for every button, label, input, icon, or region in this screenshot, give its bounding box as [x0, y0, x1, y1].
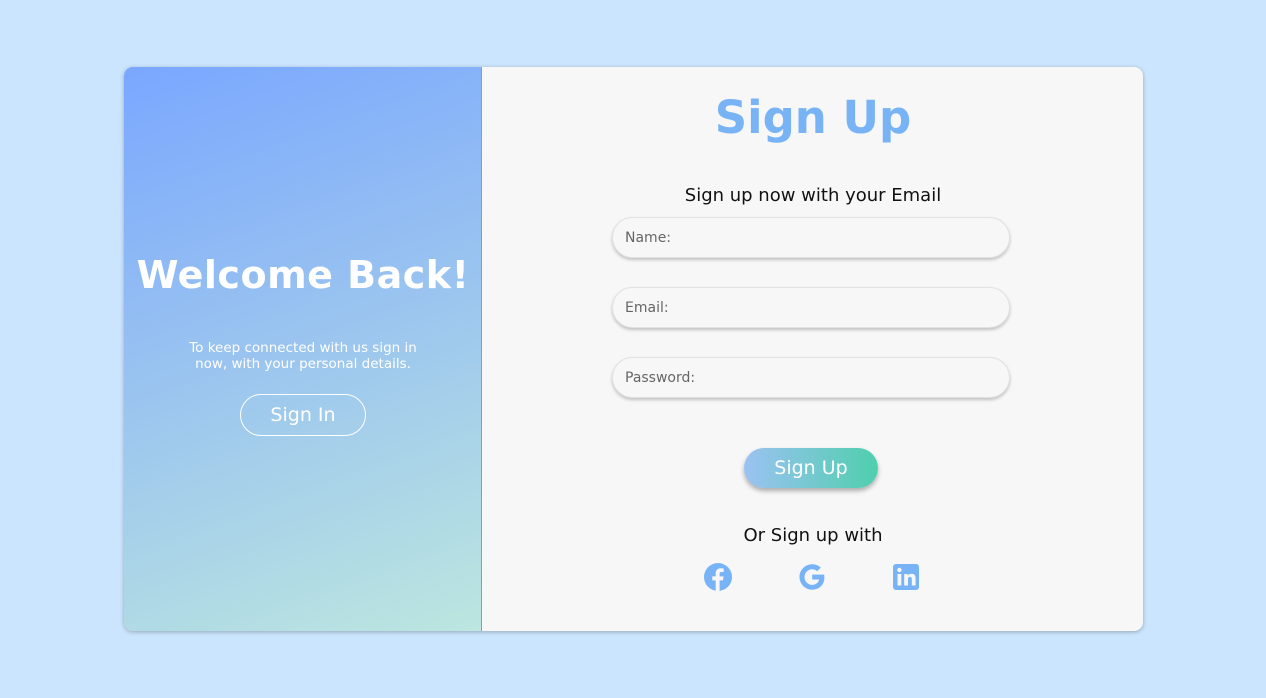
signup-subtitle: Sign up now with your Email: [684, 185, 942, 206]
google-icon[interactable]: [797, 562, 827, 592]
name-field-wrapper: [612, 217, 1010, 258]
signup-card: Welcome Back! To keep connected with us …: [124, 67, 1143, 631]
password-field[interactable]: [613, 358, 1009, 397]
name-field[interactable]: [613, 218, 1009, 257]
email-field[interactable]: [613, 288, 1009, 327]
welcome-text: To keep connected with us sign in now, w…: [189, 340, 417, 372]
signup-panel: Sign Up Sign up now with your Email Sign…: [483, 67, 1143, 631]
welcome-panel: Welcome Back! To keep connected with us …: [124, 67, 482, 631]
sign-up-button[interactable]: Sign Up: [744, 448, 878, 488]
or-sign-up-text: Or Sign up with: [743, 525, 883, 546]
page-title: Sign Up: [714, 91, 912, 144]
sign-in-button[interactable]: Sign In: [240, 394, 366, 436]
facebook-icon[interactable]: [703, 562, 733, 592]
password-field-wrapper: [612, 357, 1010, 398]
welcome-title: Welcome Back!: [136, 253, 470, 297]
email-field-wrapper: [612, 287, 1010, 328]
linkedin-icon[interactable]: [891, 562, 921, 592]
